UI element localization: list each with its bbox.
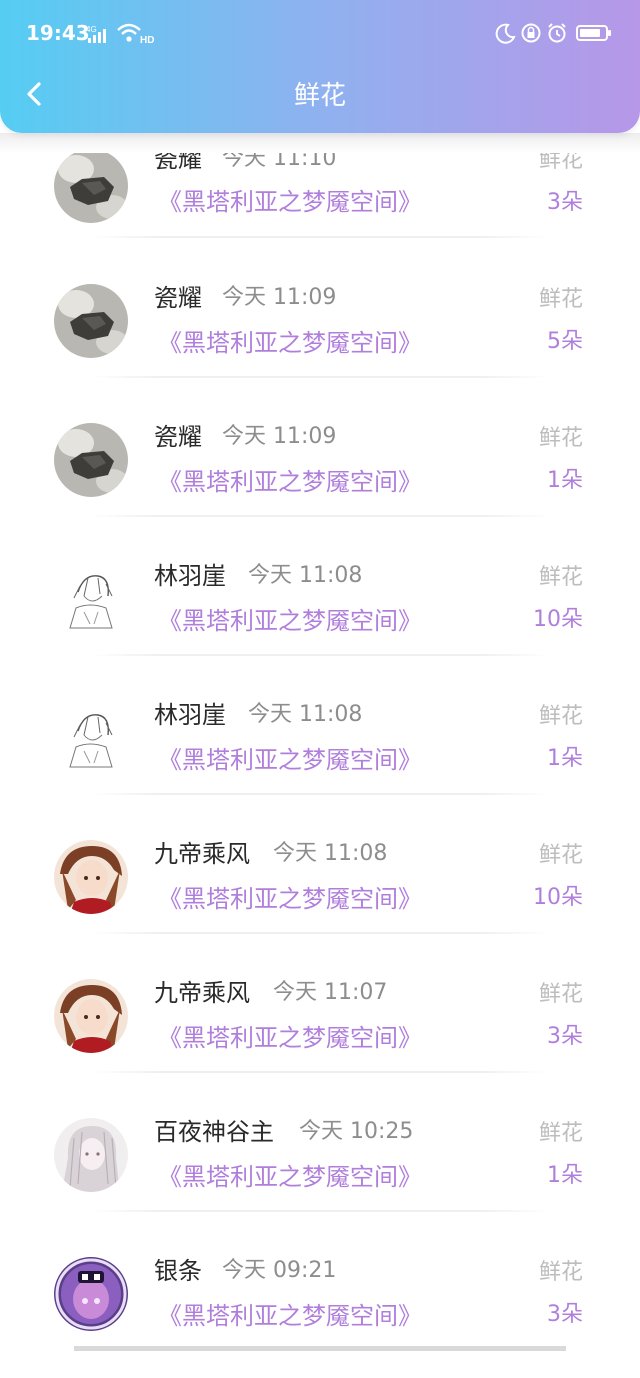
gift-count: 1朵 <box>547 746 583 771</box>
status-time: 19:43 <box>26 21 90 45</box>
user-name[interactable]: 银条 <box>154 1255 202 1287</box>
gift-row[interactable]: 瓷耀 今天 11:09 《黑塔利亚之梦魇空间》 鲜花 1朵 <box>0 405 640 544</box>
avatar[interactable] <box>54 1118 128 1192</box>
page-title: 鲜花 <box>293 81 346 111</box>
avatar[interactable] <box>54 840 128 914</box>
user-name[interactable]: 百夜神谷主 <box>154 1116 274 1148</box>
wifi-icon: HD <box>116 22 156 44</box>
alarm-icon <box>546 22 568 44</box>
user-name[interactable]: 九帝乘风 <box>154 977 250 1009</box>
gift-type: 鲜花 <box>538 704 583 729</box>
divider <box>90 515 550 517</box>
book-title-link[interactable]: 《黑塔利亚之梦魇空间》 <box>158 1160 422 1194</box>
divider <box>90 376 550 378</box>
gift-time: 今天 10:25 <box>299 1119 414 1144</box>
user-name[interactable]: 瓷耀 <box>154 421 202 453</box>
app-header: 19:43 4G HD 鲜花 <box>0 0 640 133</box>
avatar[interactable] <box>54 284 128 358</box>
status-bar: 19:43 4G HD <box>0 0 640 64</box>
gift-count: 3朵 <box>547 1024 583 1049</box>
gift-count: 3朵 <box>547 1302 583 1327</box>
gift-type: 鲜花 <box>538 1260 583 1285</box>
gift-row[interactable]: 瓷耀 今天 11:09 《黑塔利亚之梦魇空间》 鲜花 5朵 <box>0 266 640 405</box>
gift-row[interactable]: 林羽崖 今天 11:08 《黑塔利亚之梦魇空间》 鲜花 10朵 <box>0 544 640 683</box>
user-name[interactable]: 九帝乘风 <box>154 838 250 870</box>
list-top-shadow <box>0 133 640 153</box>
divider <box>90 1071 550 1073</box>
gift-type: 鲜花 <box>538 1121 583 1146</box>
book-title-link[interactable]: 《黑塔利亚之梦魇空间》 <box>158 326 422 360</box>
gift-count: 10朵 <box>533 607 583 632</box>
gift-count: 5朵 <box>547 329 583 354</box>
avatar[interactable] <box>54 423 128 497</box>
gift-time: 今天 09:21 <box>222 1258 337 1283</box>
book-title-link[interactable]: 《黑塔利亚之梦魇空间》 <box>158 882 422 916</box>
gift-type: 鲜花 <box>538 287 583 312</box>
divider <box>90 932 550 934</box>
avatar[interactable] <box>54 701 128 775</box>
book-title-link[interactable]: 《黑塔利亚之梦魇空间》 <box>158 185 422 219</box>
book-title-link[interactable]: 《黑塔利亚之梦魇空间》 <box>158 743 422 777</box>
gift-count: 3朵 <box>547 190 583 215</box>
gift-row[interactable]: 九帝乘风 今天 11:07 《黑塔利亚之梦魇空间》 鲜花 3朵 <box>0 961 640 1100</box>
user-name[interactable]: 林羽崖 <box>154 560 226 592</box>
gift-row[interactable]: 银条 今天 09:21 《黑塔利亚之梦魇空间》 鲜花 3朵 <box>0 1239 640 1378</box>
avatar[interactable] <box>54 979 128 1053</box>
gift-type: 鲜花 <box>538 982 583 1007</box>
lock-rotation-icon <box>520 22 542 44</box>
gift-type: 鲜花 <box>538 426 583 451</box>
gift-time: 今天 11:08 <box>273 841 388 866</box>
signal-icon: 4G <box>86 24 108 44</box>
avatar[interactable] <box>54 1257 128 1331</box>
gift-row[interactable]: 百夜神谷主 今天 10:25 《黑塔利亚之梦魇空间》 鲜花 1朵 <box>0 1100 640 1239</box>
gift-time: 今天 11:08 <box>248 702 363 727</box>
gift-time: 今天 11:07 <box>273 980 388 1005</box>
gift-type: 鲜花 <box>538 565 583 590</box>
divider <box>90 793 550 795</box>
bottom-edge <box>74 1346 566 1351</box>
user-name[interactable]: 林羽崖 <box>154 699 226 731</box>
gift-time: 今天 11:08 <box>248 563 363 588</box>
user-name[interactable]: 瓷耀 <box>154 282 202 314</box>
divider <box>90 236 550 238</box>
avatar[interactable] <box>54 149 128 223</box>
battery-icon <box>576 23 612 43</box>
gift-row[interactable]: 林羽崖 今天 11:08 《黑塔利亚之梦魇空间》 鲜花 1朵 <box>0 683 640 822</box>
gift-count: 1朵 <box>547 1163 583 1188</box>
divider <box>90 654 550 656</box>
avatar[interactable] <box>54 562 128 636</box>
divider <box>90 1210 550 1212</box>
book-title-link[interactable]: 《黑塔利亚之梦魇空间》 <box>158 604 422 638</box>
gift-count: 10朵 <box>533 885 583 910</box>
book-title-link[interactable]: 《黑塔利亚之梦魇空间》 <box>158 1021 422 1055</box>
gift-type: 鲜花 <box>538 843 583 868</box>
book-title-link[interactable]: 《黑塔利亚之梦魇空间》 <box>158 465 422 499</box>
gift-row[interactable]: 九帝乘风 今天 11:08 《黑塔利亚之梦魇空间》 鲜花 10朵 <box>0 822 640 961</box>
gift-time: 今天 11:09 <box>222 285 337 310</box>
gift-count: 1朵 <box>547 468 583 493</box>
wifi-hd-label: HD <box>140 35 154 44</box>
nav-bar: 鲜花 <box>0 64 640 128</box>
moon-icon <box>494 22 516 44</box>
gift-time: 今天 11:09 <box>222 424 337 449</box>
network-label: 4G <box>86 25 97 34</box>
book-title-link[interactable]: 《黑塔利亚之梦魇空间》 <box>158 1299 422 1333</box>
